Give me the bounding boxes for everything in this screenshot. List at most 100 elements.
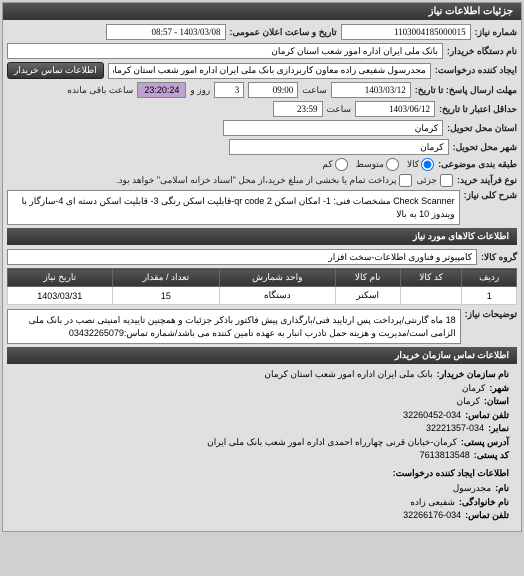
budget-all-label: کالا [407, 159, 419, 170]
creator-header: اطلاعات ایجاد کننده درخواست: [15, 467, 509, 481]
panel-title: جزئیات اطلاعات نیاز [3, 3, 521, 20]
contact-phone: 32260452-034 [403, 409, 461, 423]
creator-surname-row: نام خانوادگی: شفیعی زاده [15, 496, 509, 510]
main-panel: جزئیات اطلاعات نیاز شماره نیاز: تاریخ و … [2, 2, 522, 532]
buyer-org-label: نام دستگاه خریدار: [447, 46, 517, 57]
announce-date-label: تاریخ و ساعت اعلان عمومی: [230, 27, 337, 38]
contact-city-label: شهر: [489, 382, 509, 396]
contact-address-label: آدرس پستی: [461, 436, 509, 450]
delivery-city-field[interactable] [229, 139, 449, 155]
row-buyer-org: نام دستگاه خریدار: [7, 43, 517, 59]
contact-org-row: نام سازمان خریدار: بانک ملی ایران اداره … [15, 368, 509, 382]
td-qty: 15 [112, 287, 220, 305]
creator-surname-label: نام خانوادگی: [459, 496, 509, 510]
contact-city: کرمان [462, 382, 485, 396]
td-unit: دستگاه [220, 287, 335, 305]
contact-province: کرمان [456, 395, 479, 409]
deadline-time-label: ساعت [302, 85, 327, 96]
td-code [400, 287, 462, 305]
creator-name-label: نام: [495, 482, 509, 496]
row-validity: حداقل اعتبار تا تاریخ: ساعت [7, 101, 517, 117]
row-requester: ایجاد کننده درخواست: اطلاعات تماس خریدار [7, 62, 517, 79]
contact-fax: 32221357-034 [426, 422, 484, 436]
process-type-label: نوع فرآیند خرید: [457, 175, 517, 186]
row-desc: شرح کلی نیاز: Check Scanner مشخصات فنی: … [7, 190, 517, 225]
creator-name-row: نام: مجدرسول [15, 482, 509, 496]
goods-group-field[interactable] [7, 249, 477, 265]
validity-time-field[interactable] [273, 101, 323, 117]
budget-type-label: طبقه بندی موضوعی: [438, 159, 517, 170]
buyer-org-field[interactable] [7, 43, 443, 59]
process-partial-checkbox[interactable] [440, 174, 453, 187]
creator-phone-row: تلفن تماس: 32266176-034 [15, 509, 509, 523]
desc-box: Check Scanner مشخصات فنی: 1- امکان اسکن … [7, 190, 460, 225]
process-partial-label: جزئی [416, 175, 437, 186]
process-full-checkbox[interactable] [399, 174, 412, 187]
th-unit: واحد شمارش [220, 269, 335, 287]
budget-radio-all-input[interactable] [421, 158, 434, 171]
creator-surname: شفیعی زاده [410, 496, 455, 510]
contact-org: بانک ملی ایران اداره امور شعب استان کرما… [264, 368, 432, 382]
th-qty: تعداد / مقدار [112, 269, 220, 287]
delivery-province-label: استان محل تحویل: [447, 123, 517, 134]
notes-label: توضیحات نیاز: [465, 309, 517, 320]
days-label: روز و [190, 85, 210, 96]
notes-box: 18 ماه گارنتی/پرداخت پس ارتایید فنی/بارگ… [7, 309, 461, 344]
table-row[interactable]: 1 اسکنر دستگاه 15 1403/03/31 [8, 287, 517, 305]
contact-address-row: آدرس پستی: کرمان-خیابان قرنی چهارراه احم… [15, 436, 509, 450]
remain-label: ساعت باقی مانده [67, 85, 133, 96]
contact-block: نام سازمان خریدار: بانک ملی ایران اداره … [7, 364, 517, 527]
goods-group-label: گروه کالا: [481, 252, 517, 263]
budget-mid-label: متوسط [356, 159, 384, 170]
contact-phone-row: تلفن تماس: 32260452-034 [15, 409, 509, 423]
goods-header: اطلاعات کالاهای مورد نیاز [7, 228, 517, 245]
deadline-time-field[interactable] [248, 82, 298, 98]
budget-radio-mid[interactable]: متوسط [356, 158, 399, 171]
budget-radio-all[interactable]: کالا [407, 158, 434, 171]
panel-body: شماره نیاز: تاریخ و ساعت اعلان عمومی: نا… [3, 20, 521, 531]
th-name: نام کالا [335, 269, 400, 287]
td-name: اسکنر [335, 287, 400, 305]
creator-name: مجدرسول [453, 482, 491, 496]
contact-postal-label: کد پستی: [474, 449, 509, 463]
days-field[interactable] [214, 82, 244, 98]
contact-postal: 7613813548 [420, 449, 470, 463]
th-code: کد کالا [400, 269, 462, 287]
requester-label: ایجاد کننده درخواست: [435, 65, 517, 76]
contact-fax-row: نمابر: 32221357-034 [15, 422, 509, 436]
process-partial-check[interactable]: جزئی [416, 174, 453, 187]
buyer-contact-button[interactable]: اطلاعات تماس خریدار [7, 62, 104, 79]
td-date: 1403/03/31 [8, 287, 113, 305]
need-number-label: شماره نیاز: [475, 27, 517, 38]
contact-phone-label: تلفن تماس: [465, 409, 509, 423]
deadline-date-field[interactable] [331, 82, 411, 98]
budget-radio-low[interactable]: کم [322, 158, 347, 171]
row-delivery-province: استان محل تحویل: [7, 120, 517, 136]
delivery-city-label: شهر محل تحویل: [453, 142, 517, 153]
budget-radio-mid-input[interactable] [386, 158, 399, 171]
table-header-row: ردیف کد کالا نام کالا واحد شمارش تعداد /… [8, 269, 517, 287]
creator-phone: 32266176-034 [403, 509, 461, 523]
th-index: ردیف [462, 269, 517, 287]
need-number-field[interactable] [341, 24, 471, 40]
validity-time-label: ساعت [327, 104, 352, 115]
contact-city-row: شهر: کرمان [15, 382, 509, 396]
th-date: تاریخ نیاز [8, 269, 113, 287]
remain-time-box: 23:20:24 [137, 82, 186, 98]
row-notes: توضیحات نیاز: 18 ماه گارنتی/پرداخت پس ار… [7, 309, 517, 344]
contact-province-row: استان: کرمان [15, 395, 509, 409]
requester-field[interactable] [108, 63, 431, 79]
process-full-check[interactable]: پرداخت تمام یا بخشی از مبلغ خرید،از محل … [116, 174, 412, 187]
contact-header: اطلاعات تماس سازمان خریدار [7, 347, 517, 364]
contact-address: کرمان-خیابان قرنی چهارراه احمدی اداره ام… [207, 436, 457, 450]
validity-label: حداقل اعتبار تا تاریخ: [439, 104, 517, 115]
budget-radio-low-input[interactable] [335, 158, 348, 171]
contact-province-label: استان: [484, 395, 509, 409]
contact-postal-row: کد پستی: 7613813548 [15, 449, 509, 463]
delivery-province-field[interactable] [223, 120, 443, 136]
row-budget-type: طبقه بندی موضوعی: کالا متوسط کم [7, 158, 517, 171]
announce-date-field[interactable] [106, 24, 226, 40]
row-deadline: مهلت ارسال پاسخ: تا تاریخ: ساعت روز و 23… [7, 82, 517, 98]
validity-date-field[interactable] [355, 101, 435, 117]
budget-radio-group: کالا متوسط کم [322, 158, 434, 171]
